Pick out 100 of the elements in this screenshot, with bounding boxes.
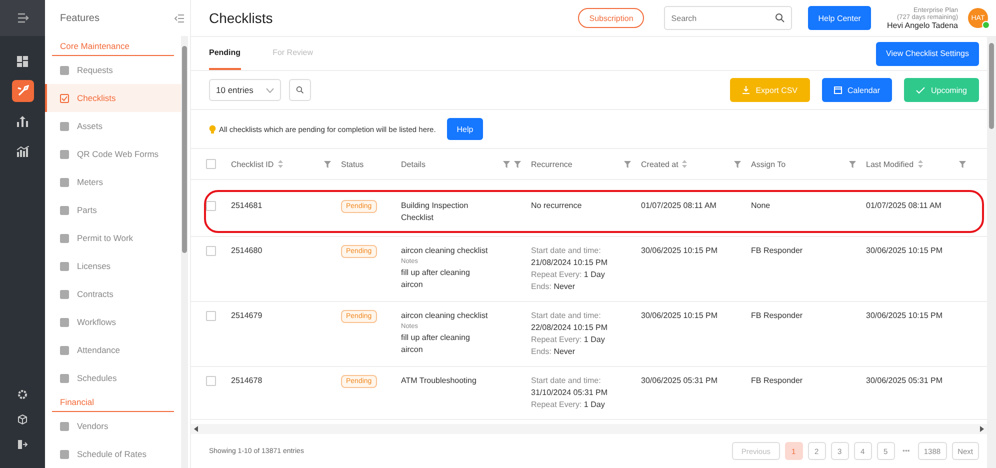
search-button[interactable] — [289, 79, 311, 101]
check-icon — [916, 86, 925, 94]
start-datetime: 31/10/2024 05:31 PM — [531, 387, 608, 399]
search-icon — [296, 86, 304, 94]
repeat-info: Repeat Every: 1 Day — [531, 334, 605, 346]
view-settings-button[interactable]: View Checklist Settings — [876, 42, 979, 66]
table-cell: 30/06/2025 10:15 PM — [866, 311, 943, 320]
feature-icon — [60, 290, 69, 298]
sort-icon[interactable] — [918, 160, 923, 168]
checklist-title: aircon cleaning checklist — [401, 310, 488, 322]
entries-select[interactable]: 10 entries — [209, 79, 281, 101]
search-field[interactable]: Search — [664, 6, 792, 30]
wrench-icon — [16, 85, 28, 97]
sidebar-item[interactable]: Requests — [45, 56, 181, 84]
feature-icon — [60, 346, 69, 354]
collapse-icon[interactable] — [16, 13, 28, 23]
sidebar-item[interactable]: Permit to Work — [45, 224, 181, 252]
column-header: Recurrence — [531, 160, 572, 168]
checkbox[interactable] — [206, 311, 216, 321]
feature-icon — [60, 122, 69, 130]
rail-nav-item[interactable] — [12, 80, 34, 102]
collapse-icon[interactable] — [174, 14, 184, 22]
column-header: Status — [341, 160, 364, 168]
tab[interactable]: Pending — [209, 37, 241, 70]
feature-icon — [60, 262, 69, 270]
table-cell: 2514678 — [231, 376, 262, 385]
help-center-button[interactable]: Help Center — [808, 6, 871, 30]
filter-icon[interactable] — [849, 160, 856, 168]
export-button[interactable]: Export CSV — [730, 78, 810, 102]
cube-icon[interactable] — [17, 414, 28, 425]
sidebar-item[interactable]: Contracts — [45, 280, 181, 308]
sidebar-item[interactable]: QR Code Web Forms — [45, 140, 181, 168]
table-cell: 01/07/2025 08:11 AM — [866, 201, 942, 210]
table-cell: 2514679 — [231, 311, 262, 320]
checklist-title: ATM Troubleshooting — [401, 375, 476, 387]
arrow-right-icon[interactable] — [980, 426, 984, 432]
arrow-left-icon[interactable] — [194, 426, 198, 432]
sidebar-item[interactable]: Checklists — [45, 84, 181, 112]
column-header: Created at — [641, 160, 678, 168]
checkbox[interactable] — [206, 246, 216, 256]
sort-icon[interactable] — [682, 160, 688, 168]
repeat-info: Repeat Every: 1 Day — [531, 399, 605, 411]
sidebar-item[interactable]: Workflows — [45, 308, 181, 336]
feature-icon — [60, 422, 69, 430]
ends-info: Ends: Never — [531, 281, 576, 293]
checkbox[interactable] — [206, 201, 216, 211]
feature-icon — [60, 318, 69, 326]
table-cell: FB Responder — [751, 311, 803, 320]
dashboard-icon — [17, 56, 28, 66]
table-cell: 30/06/2025 05:31 PM — [641, 376, 718, 385]
section-title: Core Maintenance — [52, 38, 174, 56]
sidebar-item[interactable]: Licenses — [45, 252, 181, 280]
calendar-button[interactable]: Calendar — [822, 78, 892, 102]
filter-icon[interactable] — [324, 160, 331, 168]
tab[interactable]: For Review — [272, 37, 314, 70]
table-cell: 2514681 — [231, 201, 262, 210]
column-header: Assign To — [751, 160, 786, 168]
table-cell: 01/07/2025 08:11 AM — [641, 201, 716, 210]
filter-icon[interactable] — [624, 160, 631, 168]
column-header: Details — [401, 160, 426, 168]
sidebar-item[interactable]: Meters — [45, 168, 181, 196]
scrollbar[interactable] — [181, 36, 188, 468]
lightbulb-icon — [209, 124, 216, 134]
chevron-down-icon — [266, 88, 274, 92]
calendar-icon — [834, 86, 842, 94]
filter-icon[interactable] — [734, 160, 741, 168]
sidebar-item[interactable]: Schedules — [45, 364, 181, 392]
sidebar-item[interactable]: Parts — [45, 196, 181, 224]
sidebar-title: Features — [60, 12, 100, 24]
feature-icon — [60, 374, 69, 382]
user-name: Hevi Angelo Tadena — [886, 20, 958, 30]
sort-icon[interactable] — [278, 160, 283, 168]
sidebar-item[interactable]: Attendance — [45, 336, 181, 364]
horizontal-scrollbar[interactable] — [191, 424, 987, 434]
recurrence-text: No recurrence — [531, 200, 582, 212]
sidebar-item[interactable]: Assets — [45, 112, 181, 140]
subscription-button[interactable]: Subscription — [578, 8, 644, 28]
checkbox[interactable] — [206, 376, 216, 386]
help-button[interactable]: Help — [446, 118, 484, 140]
settings-icon[interactable] — [17, 389, 28, 400]
column-header: Checklist ID — [231, 160, 274, 168]
ends-info: Ends: Never — [531, 346, 576, 358]
feature-icon — [60, 150, 69, 158]
sidebar-item[interactable]: Schedule of Rates — [45, 440, 181, 468]
upcoming-button[interactable]: Upcoming — [904, 78, 979, 102]
logout-icon[interactable] — [17, 439, 28, 450]
start-datetime: 21/08/2024 10:15 PM — [531, 257, 608, 269]
feature-icon — [60, 234, 69, 242]
checklist-title: aircon cleaning checklist — [401, 245, 488, 257]
checklist-title: Building Inspection Checklist — [401, 200, 470, 224]
feature-icon — [60, 66, 69, 74]
table-cell: FB Responder — [751, 376, 803, 385]
table-cell: FB Responder — [751, 246, 803, 255]
repeat-info: Repeat Every: 1 Day — [531, 269, 605, 281]
sidebar-item[interactable]: Vendors — [45, 412, 181, 440]
upload-chart-icon — [17, 116, 28, 126]
filter-icon[interactable] — [959, 160, 966, 168]
table-cell: 30/06/2025 05:31 PM — [866, 376, 943, 385]
checkbox[interactable] — [206, 159, 216, 169]
scrollbar[interactable] — [987, 37, 996, 468]
